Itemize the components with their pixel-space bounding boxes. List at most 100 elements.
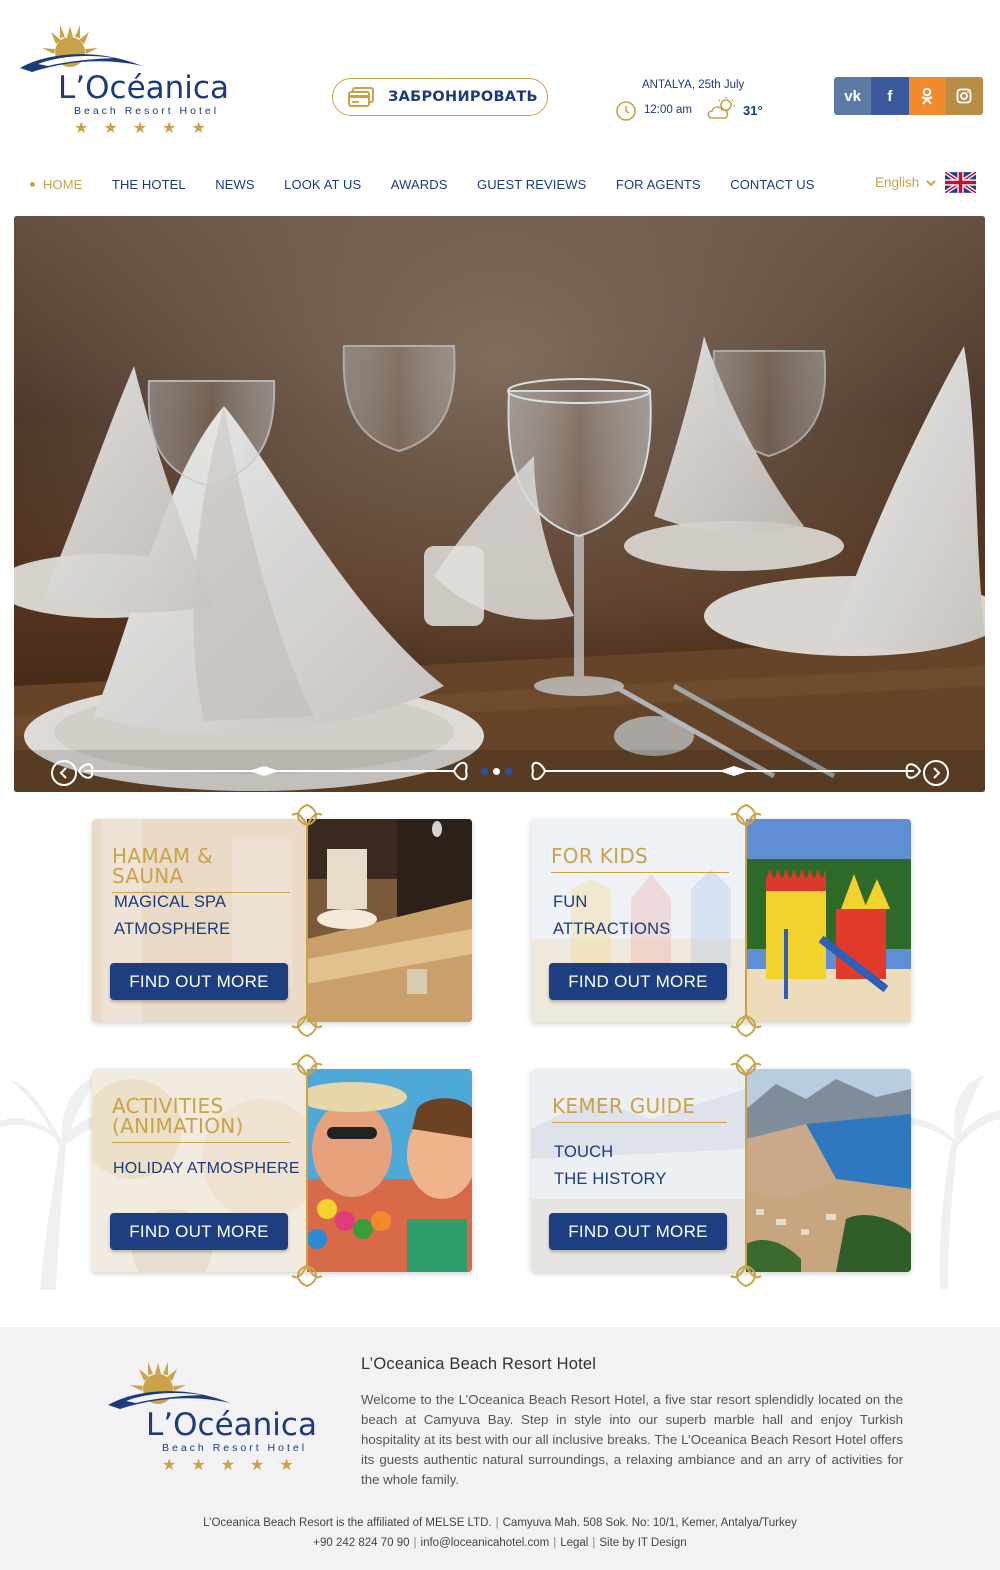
find-out-more-button[interactable]: FIND OUT MORE xyxy=(549,963,727,1000)
book-button[interactable]: ЗАБРОНИРОВАТЬ xyxy=(332,78,548,116)
slider-dots xyxy=(481,768,512,775)
footer-title: L’Oceanica Beach Resort Hotel xyxy=(361,1355,597,1373)
logo-subtitle: Beach Resort Hotel xyxy=(74,105,220,117)
nav-label: FOR AGENTS xyxy=(615,176,701,192)
nav-label: NEWS xyxy=(215,176,255,192)
weather-temperature: 31° xyxy=(743,103,763,118)
card-subtitle-line: ATTRACTIONS xyxy=(553,920,671,938)
hero-slider[interactable] xyxy=(14,216,985,792)
gold-ornament-divider xyxy=(291,803,323,1038)
card-title: KEMER GUIDE xyxy=(552,1096,727,1123)
instagram-icon[interactable] xyxy=(945,77,983,115)
nav-label: HOME xyxy=(43,176,83,192)
language-selector[interactable]: English xyxy=(875,172,977,193)
separator: | xyxy=(592,1537,596,1549)
slider-dot[interactable] xyxy=(481,768,488,775)
card-subtitle-line: THE HISTORY xyxy=(554,1170,667,1188)
slider-dot[interactable] xyxy=(505,768,512,775)
nav-item-news[interactable]: NEWS xyxy=(215,177,254,192)
chevron-right-icon xyxy=(933,767,941,779)
card-subtitle-line: FUN xyxy=(553,893,588,911)
facebook-icon[interactable]: f xyxy=(871,77,909,115)
card-subtitle-line: MAGICAL SPA xyxy=(114,893,227,911)
separator: | xyxy=(553,1537,557,1549)
promo-card-activities: ACTIVITIES (ANIMATION) HOLIDAY ATMOSPHER… xyxy=(92,1053,472,1288)
footer-logo[interactable]: L’Océanica Beach Resort Hotel ★★★★★ xyxy=(106,1359,331,1474)
instagram-glyph xyxy=(956,88,972,104)
find-out-more-button[interactable]: FIND OUT MORE xyxy=(549,1213,727,1250)
chevron-left-icon xyxy=(59,767,67,779)
gold-ornament-divider xyxy=(730,803,762,1038)
slider-dot-active[interactable] xyxy=(493,768,500,775)
footer-meta: L’Oceanica Beach Resort is the affiliate… xyxy=(0,1513,1000,1553)
party-photo xyxy=(307,1069,472,1272)
logo-name: L’Océanica xyxy=(146,1407,317,1443)
weather-time: 12:00 am xyxy=(644,104,692,116)
nav-label: AWARDS xyxy=(390,176,448,192)
footer-description: Welcome to the L’Oceanica Beach Resort H… xyxy=(361,1392,903,1487)
nav-label: LOOK AT US xyxy=(284,176,362,192)
footer-address: Camyuva Mah. 508 Sok. No: 10/1, Kemer, A… xyxy=(502,1517,797,1529)
separator: | xyxy=(495,1517,499,1529)
nav-item-awards[interactable]: AWARDS xyxy=(391,177,448,192)
card-subtitle-line: TOUCH xyxy=(554,1143,614,1161)
promo-card-kemer-guide: KEMER GUIDE TOUCH THE HISTORY FIND OUT M… xyxy=(531,1053,911,1288)
card-subtitle-line: ATMOSPHERE xyxy=(114,920,231,938)
promo-card-for-kids: FOR KIDS FUN ATTRACTIONS FIND OUT MORE xyxy=(531,803,911,1038)
nav-label: GUEST REVIEWS xyxy=(476,176,587,192)
card-title: FOR KIDS xyxy=(551,846,729,873)
footer: L’Océanica Beach Resort Hotel ★★★★★ L’Oc… xyxy=(0,1327,1000,1570)
footer-meta-line-1: L’Oceanica Beach Resort is the affiliate… xyxy=(0,1513,1000,1533)
nav-item-for-agents[interactable]: FOR AGENTS xyxy=(616,177,701,192)
weather-widget: ANTALYA, 25th July 12:00 am 31° xyxy=(612,78,812,124)
nav-item-contact-us[interactable]: CONTACT US xyxy=(730,177,814,192)
footer-email-link[interactable]: info@loceanicahotel.com xyxy=(421,1537,550,1549)
card-subtitle-line: HOLIDAY ATMOSPHERE xyxy=(113,1160,300,1177)
footer-credit-link[interactable]: Site by IT Design xyxy=(599,1537,686,1549)
book-button-label: ЗАБРОНИРОВАТЬ xyxy=(388,89,538,105)
active-dot-icon xyxy=(30,181,35,187)
footer-legal-link[interactable]: Legal xyxy=(560,1537,588,1549)
nav-item-look-at-us[interactable]: LOOK AT US xyxy=(284,177,361,192)
chevron-down-icon xyxy=(926,180,936,187)
uk-flag-icon xyxy=(945,172,977,193)
hero-photo-table-setting xyxy=(14,216,985,792)
vk-icon[interactable]: vk xyxy=(834,77,872,115)
hamam-photo xyxy=(307,819,472,1022)
weather-date: ANTALYA, 25th July xyxy=(642,79,745,91)
find-out-more-button[interactable]: FIND OUT MORE xyxy=(110,1213,288,1250)
slider-next-button[interactable] xyxy=(923,760,949,786)
credit-card-icon xyxy=(348,87,374,107)
slider-prev-button[interactable] xyxy=(51,760,77,786)
logo-stars: ★★★★★ xyxy=(74,120,221,137)
promo-card-hamam-sauna: HAMAM & SAUNA MAGICAL SPA ATMOSPHERE FIN… xyxy=(92,803,472,1038)
nav-item-the-hotel[interactable]: THE HOTEL xyxy=(112,177,186,192)
clock-icon xyxy=(616,101,636,121)
odnoklassniki-glyph xyxy=(921,87,933,105)
odnoklassniki-icon[interactable] xyxy=(908,77,946,115)
partly-cloudy-icon xyxy=(707,97,735,119)
footer-phone: +90 242 824 70 90 xyxy=(313,1537,410,1549)
footer-affiliation: L’Oceanica Beach Resort is the affiliate… xyxy=(203,1517,492,1529)
logo-subtitle: Beach Resort Hotel xyxy=(162,1442,308,1454)
footer-meta-line-2: +90 242 824 70 90 | info@loceanicahotel.co… xyxy=(0,1533,1000,1553)
nav-label: CONTACT US xyxy=(730,176,815,192)
nav-item-guest-reviews[interactable]: GUEST REVIEWS xyxy=(477,177,586,192)
social-links: vk f xyxy=(834,77,983,115)
logo-stars: ★★★★★ xyxy=(162,1457,309,1474)
find-out-more-button[interactable]: FIND OUT MORE xyxy=(110,963,288,1000)
card-title-line: ACTIVITIES xyxy=(112,1094,224,1118)
language-label: English xyxy=(875,175,920,190)
nav-label: THE HOTEL xyxy=(111,176,186,192)
logo[interactable]: L’Océanica Beach Resort Hotel ★★★★★ xyxy=(18,22,243,137)
gold-ornament-divider xyxy=(730,1053,762,1288)
separator: | xyxy=(413,1537,417,1549)
nav-item-home[interactable]: HOME xyxy=(30,177,82,192)
main-nav: HOME THE HOTEL NEWS LOOK AT US AWARDS GU… xyxy=(30,174,844,194)
card-title: HAMAM & SAUNA xyxy=(112,846,290,893)
kemer-bay-photo xyxy=(746,1069,911,1272)
card-title: ACTIVITIES (ANIMATION) xyxy=(112,1096,290,1143)
playground-photo xyxy=(746,819,911,1022)
logo-name: L’Océanica xyxy=(58,70,229,106)
card-title-line: (ANIMATION) xyxy=(112,1114,244,1138)
